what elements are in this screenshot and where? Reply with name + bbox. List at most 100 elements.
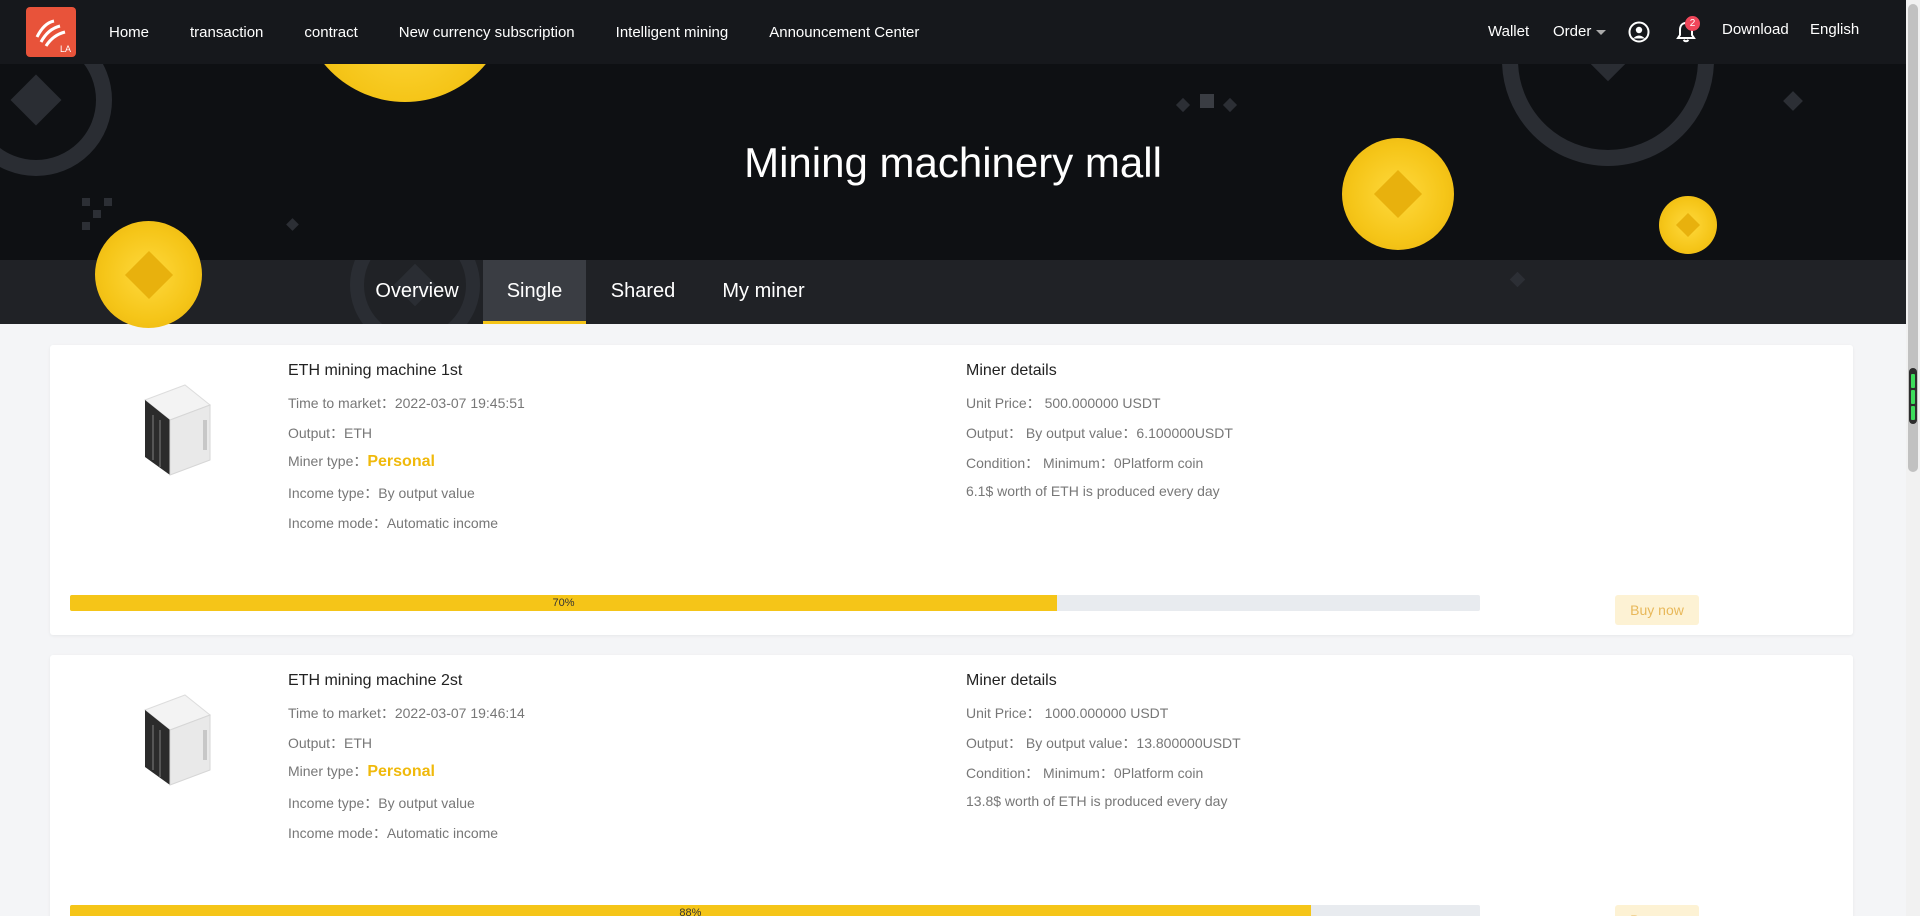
miner-type-label: Miner type： <box>288 763 368 779</box>
tab-shared[interactable]: Shared <box>593 260 693 324</box>
logo-text: LA <box>59 44 71 54</box>
decorative-diamond <box>286 218 299 231</box>
daily-output-note: 13.8$ worth of ETH is produced every day <box>966 793 1228 809</box>
scroll-grip-icon <box>1909 368 1917 424</box>
order-label: Order <box>1553 23 1592 40</box>
miner-type-label: Miner type： <box>288 453 368 469</box>
main-nav: Home transaction contract New currency s… <box>109 0 960 64</box>
sales-progress-bar: 88% <box>70 905 1480 916</box>
order-dropdown[interactable]: Order <box>1553 23 1607 40</box>
logo[interactable]: LA <box>26 7 76 57</box>
page-scrollbar[interactable] <box>1906 0 1920 916</box>
unit-price: Unit Price： 1000.000000 USDT <box>966 703 1168 723</box>
time-to-market-value: 2022-03-07 19:45:51 <box>394 395 525 411</box>
income-type: Income type：By output value <box>288 483 475 503</box>
income-type-value: By output value <box>378 485 475 501</box>
unit-price: Unit Price： 500.000000 USDT <box>966 393 1161 413</box>
progress-percent: 70% <box>552 597 575 609</box>
logo-mark-icon <box>35 19 66 47</box>
condition-value: Minimum：0Platform coin <box>1043 765 1204 781</box>
tab-my-miner[interactable]: My miner <box>707 260 820 324</box>
time-to-market-label: Time to market： <box>288 395 395 411</box>
time-to-market-value: 2022-03-07 19:46:14 <box>394 705 525 721</box>
buy-now-button[interactable]: Buy now <box>1615 595 1699 625</box>
tab-bar: Overview Single Shared My miner <box>0 260 1906 324</box>
income-mode-value: Automatic income <box>386 515 499 531</box>
output: Output：ETH <box>288 733 372 753</box>
miner-details-title: Miner details <box>966 362 1057 379</box>
detail-output: Output： By output value：13.800000USDT <box>966 733 1241 753</box>
decorative-coin <box>1659 196 1717 254</box>
notification-badge: 2 <box>1685 16 1700 31</box>
output-value: ETH <box>344 735 373 751</box>
mining-machine-image <box>144 384 211 476</box>
income-mode-value: Automatic income <box>386 825 499 841</box>
language-selector[interactable]: English <box>1810 21 1859 38</box>
income-type-label: Income type： <box>288 485 379 501</box>
decorative-diamond <box>1509 271 1526 288</box>
decorative-coin <box>95 221 202 328</box>
user-account-icon[interactable] <box>1628 21 1650 43</box>
income-type-value: By output value <box>378 795 475 811</box>
income-type-label: Income type： <box>288 795 379 811</box>
detail-output-value: By output value：6.100000USDT <box>1025 425 1233 441</box>
download-link[interactable]: Download <box>1722 21 1789 38</box>
unit-price-label: Unit Price： <box>966 705 1041 721</box>
page-title: Mining machinery mall <box>744 139 1162 186</box>
condition: Condition： Minimum：0Platform coin <box>966 453 1203 473</box>
miner-type-value: Personal <box>367 763 435 780</box>
detail-output-value: By output value：13.800000USDT <box>1025 735 1241 751</box>
detail-output-label: Output： <box>966 425 1023 441</box>
decorative-diamond <box>1175 97 1191 113</box>
wallet-link[interactable]: Wallet <box>1488 23 1529 40</box>
detail-output: Output： By output value：6.100000USDT <box>966 423 1233 443</box>
nav-link-announcement-center[interactable]: Announcement Center <box>769 24 919 41</box>
progress-percent: 88% <box>679 907 702 916</box>
output-label: Output： <box>288 735 345 751</box>
miner-card: ETH mining machine 2st Time to market：20… <box>50 655 1853 916</box>
time-to-market: Time to market：2022-03-07 19:45:51 <box>288 393 525 413</box>
unit-price-value: 1000.000000 USDT <box>1044 705 1169 721</box>
chevron-down-icon <box>1596 29 1607 35</box>
unit-price-value: 500.000000 USDT <box>1044 395 1161 411</box>
condition: Condition： Minimum：0Platform coin <box>966 763 1203 783</box>
sales-progress-bar: 70% <box>70 595 1480 611</box>
unit-price-label: Unit Price： <box>966 395 1041 411</box>
condition-label: Condition： <box>966 455 1040 471</box>
decorative-square <box>82 222 90 230</box>
income-mode-label: Income mode： <box>288 515 387 531</box>
decorative-coin <box>300 64 510 102</box>
decorative-square <box>104 198 112 206</box>
tab-single[interactable]: Single <box>483 260 586 324</box>
income-mode: Income mode：Automatic income <box>288 823 498 843</box>
nav-link-new-currency-subscription[interactable]: New currency subscription <box>399 24 575 41</box>
time-to-market: Time to market：2022-03-07 19:46:14 <box>288 703 525 723</box>
output-label: Output： <box>288 425 345 441</box>
miner-type: Miner type：Personal <box>288 761 435 781</box>
buy-now-button[interactable]: Buy now <box>1615 905 1699 916</box>
decorative-diamond <box>1222 97 1238 113</box>
miner-details-title: Miner details <box>966 672 1057 689</box>
nav-link-contract[interactable]: contract <box>304 24 357 41</box>
miner-title: ETH mining machine 2st <box>288 672 463 689</box>
nav-link-transaction[interactable]: transaction <box>190 24 263 41</box>
mining-machine-image <box>144 694 211 786</box>
condition-label: Condition： <box>966 765 1040 781</box>
income-mode: Income mode：Automatic income <box>288 513 498 533</box>
time-to-market-label: Time to market： <box>288 705 395 721</box>
output: Output：ETH <box>288 423 372 443</box>
miner-type: Miner type：Personal <box>288 451 435 471</box>
nav-link-home[interactable]: Home <box>109 24 149 41</box>
output-value: ETH <box>344 425 373 441</box>
decorative-square <box>82 198 90 206</box>
condition-value: Minimum：0Platform coin <box>1043 455 1204 471</box>
nav-link-intelligent-mining[interactable]: Intelligent mining <box>616 24 729 41</box>
decorative-square <box>93 210 101 218</box>
detail-output-label: Output： <box>966 735 1023 751</box>
hero-banner: Mining machinery mall <box>0 64 1906 260</box>
miner-card: ETH mining machine 1st Time to market：20… <box>50 345 1853 635</box>
miner-type-value: Personal <box>367 453 435 470</box>
tab-overview[interactable]: Overview <box>358 260 476 324</box>
daily-output-note: 6.1$ worth of ETH is produced every day <box>966 483 1220 499</box>
miner-title: ETH mining machine 1st <box>288 362 463 379</box>
